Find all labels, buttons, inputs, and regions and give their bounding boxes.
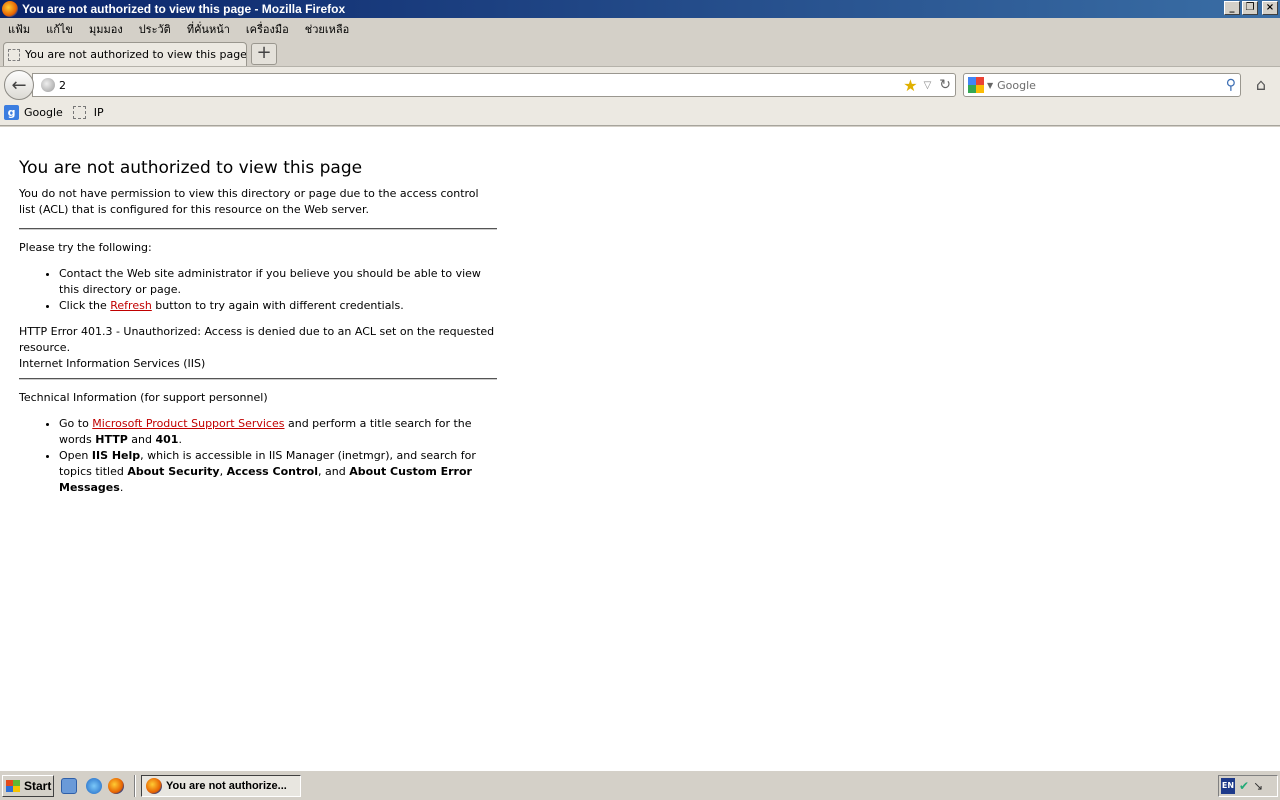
try-heading: Please try the following: [19,241,152,254]
window-title: You are not authorized to view this page… [22,2,346,16]
taskbar-separator [134,775,136,797]
page-content: You are not authorized to view this page… [0,127,1280,770]
start-button[interactable]: Start [2,775,54,797]
bold-term: About Security [127,465,220,478]
engine-dropdown-icon[interactable]: ▼ [987,81,993,90]
navigation-bar: 2 ★ ▽ ↻ ← ▼ ⚲ ⌂ [0,66,1280,100]
microsoft-support-link[interactable]: Microsoft Product Support Services [92,417,284,430]
google-engine-icon[interactable] [968,77,984,93]
window-titlebar: You are not authorized to view this page… [0,0,1280,18]
internet-explorer-icon[interactable] [86,778,102,794]
menu-history[interactable]: ประวัติ [139,18,171,40]
server-name: Internet Information Services (IIS) [19,357,206,370]
home-icon[interactable]: ⌂ [1250,75,1272,95]
search-input[interactable] [997,78,1226,92]
list-item: Click the Refresh button to try again wi… [59,298,497,314]
page-heading: You are not authorized to view this page [19,158,363,178]
history-dropdown-icon[interactable]: ▽ [924,80,932,91]
bookmark-star-icon[interactable]: ★ [903,76,917,95]
list-text: . [119,481,124,494]
reload-icon[interactable]: ↻ [939,77,951,93]
menu-help[interactable]: ช่วยเหลือ [305,18,349,40]
tab-strip: You are not authorized to view this page… [0,40,1280,66]
minimize-button[interactable]: _ [1224,1,1240,15]
search-magnifier-icon[interactable]: ⚲ [1226,77,1236,93]
system-tray: EN ✔ ↘ [1218,775,1278,797]
maximize-button[interactable]: ❐ [1242,1,1258,15]
error-page: You are not authorized to view this page… [19,157,497,506]
windows-logo-icon [6,780,20,792]
list-text: Open [59,449,92,462]
menu-view[interactable]: มุมมอง [89,18,123,40]
language-indicator[interactable]: EN [1221,778,1235,794]
list-item: Go to Microsoft Product Support Services… [59,416,497,448]
menu-tools[interactable]: เครื่องมือ [246,18,289,40]
page-placeholder-icon [8,48,20,61]
bookmark-label: IP [93,106,104,119]
list-text: button to try again with different crede… [151,299,404,312]
bold-term: 401 [155,433,179,446]
tray-arrow-icon[interactable]: ↘ [1253,779,1263,793]
back-button[interactable]: ← [4,70,34,100]
show-desktop-icon[interactable] [61,778,77,794]
bold-term: HTTP [95,433,128,446]
refresh-link[interactable]: Refresh [110,299,152,312]
bookmarks-bar: g Google IP [0,100,1280,126]
menu-edit[interactable]: แก้ไข [46,18,73,40]
menu-bar: แฟ้ม แก้ไข มุมมอง ประวัติ ที่คั่นหน้า เค… [0,18,1280,40]
search-bar[interactable]: ▼ ⚲ [963,73,1241,97]
taskbar-item-firefox[interactable]: You are not authorize... [141,775,301,797]
list-text: . [178,433,182,446]
firefox-icon [146,778,162,794]
divider [19,378,497,380]
list-text: Click the [59,299,111,312]
globe-icon[interactable] [41,78,55,92]
bold-term: IIS Help [91,449,141,462]
new-tab-button[interactable]: + [251,43,277,65]
try-list: Contact the Web site administrator if yo… [59,266,497,314]
page-placeholder-icon [72,106,86,119]
tab-label: You are not authorized to view this page [24,48,246,61]
divider [19,228,497,230]
bold-term: Access Control [226,465,318,478]
list-text: , [219,465,227,478]
bookmark-label: Google [24,106,63,119]
intro-text: You do not have permission to view this … [19,187,479,216]
menu-bookmarks[interactable]: ที่คั่นหน้า [187,18,230,40]
error-details: HTTP Error 401.3 - Unauthorized: Access … [19,324,497,372]
close-button[interactable]: × [1262,1,1278,15]
network-icon[interactable]: ✔ [1239,779,1249,793]
bookmark-google[interactable]: g Google [4,105,63,120]
taskbar: Start You are not authorize... EN ✔ ↘ [0,770,1280,800]
list-text: and [127,433,156,446]
list-item: Contact the Web site administrator if yo… [59,266,497,298]
google-bookmark-icon: g [4,105,19,120]
start-label: Start [24,779,52,793]
bookmark-ip[interactable]: IP [72,106,104,119]
list-text: , and [318,465,350,478]
list-item: Open IIS Help, which is accessible in II… [59,448,497,496]
window-controls: _ ❐ × [1224,1,1278,15]
list-text: Go to [59,417,93,430]
firefox-icon[interactable] [2,1,18,17]
menu-file[interactable]: แฟ้ม [8,18,30,40]
tech-list: Go to Microsoft Product Support Services… [59,416,497,496]
firefox-icon[interactable] [108,778,124,794]
url-text[interactable]: 2 [59,79,903,92]
tab-current[interactable]: You are not authorized to view this page [3,42,247,66]
url-bar[interactable]: 2 ★ ▽ ↻ [32,73,956,97]
taskbar-item-label: You are not authorize... [166,780,287,792]
tech-heading: Technical Information (for support perso… [19,391,268,404]
error-code: HTTP Error 401.3 - Unauthorized: Access … [19,325,495,354]
